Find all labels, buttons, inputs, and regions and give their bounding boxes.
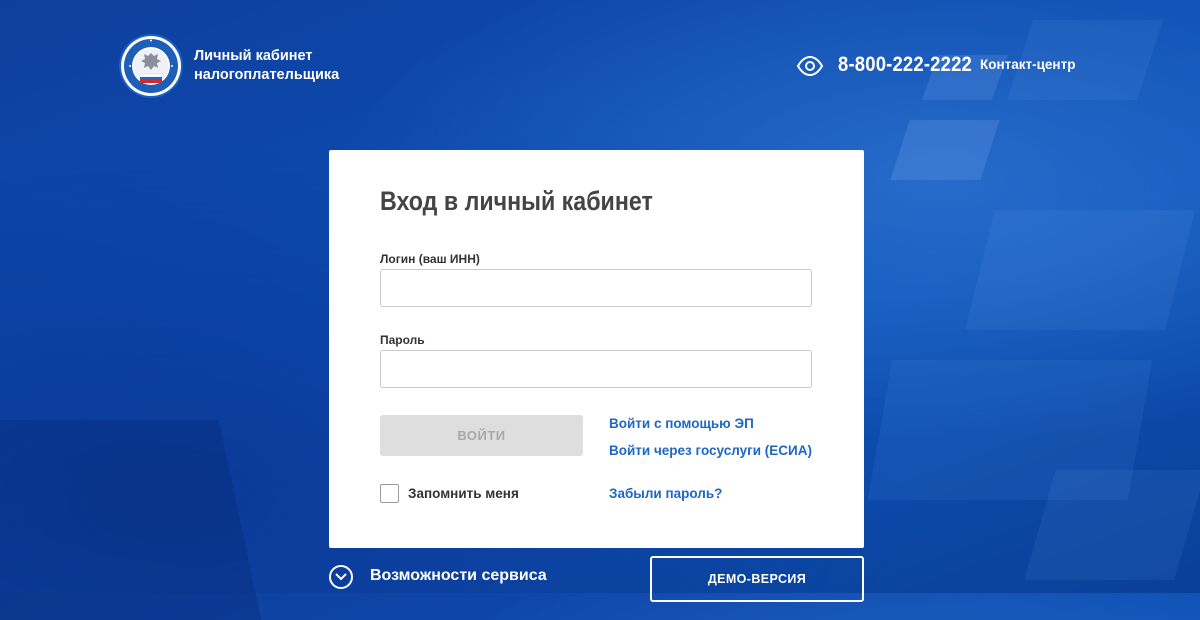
page-title: Вход в личный кабинет (380, 186, 653, 216)
login-input[interactable] (380, 269, 812, 307)
brand-line-2: налогоплательщика (194, 66, 340, 83)
remember-me-checkbox[interactable] (380, 484, 399, 503)
background-shape (965, 210, 1195, 330)
login-card: Вход в личный кабинет Логин (ваш ИНН) Па… (329, 150, 864, 548)
background-shape (0, 420, 262, 620)
login-button[interactable]: ВОЙТИ (380, 415, 583, 456)
password-label: Пароль (380, 333, 425, 347)
contact-center-link[interactable]: Контакт-центр (980, 57, 1075, 72)
chevron-down-icon (335, 573, 347, 581)
background-shape (1024, 470, 1200, 580)
login-with-esia-link[interactable]: Войти через госуслуги (ЕСИА) (609, 443, 812, 458)
forgot-password-link[interactable]: Забыли пароль? (609, 486, 722, 501)
service-features-link[interactable]: Возможности сервиса (370, 567, 547, 585)
brand-line-1: Личный кабинет (194, 48, 313, 64)
fns-logo[interactable] (121, 36, 181, 96)
login-with-ep-link[interactable]: Войти с помощью ЭП (609, 416, 754, 431)
demo-version-button[interactable]: ДЕМО-ВЕРСИЯ (650, 556, 864, 602)
login-label: Логин (ваш ИНН) (380, 252, 480, 266)
eye-icon[interactable] (796, 55, 824, 77)
fns-emblem-icon (122, 37, 180, 95)
password-input[interactable] (380, 350, 812, 388)
background-shape (890, 120, 1000, 180)
features-toggle-button[interactable] (329, 565, 353, 589)
remember-me-label[interactable]: Запомнить меня (408, 486, 519, 501)
brand-title[interactable]: Личный кабинет налогоплательщика (194, 47, 339, 84)
phone-number[interactable]: 8-800-222-2222 (838, 53, 972, 77)
